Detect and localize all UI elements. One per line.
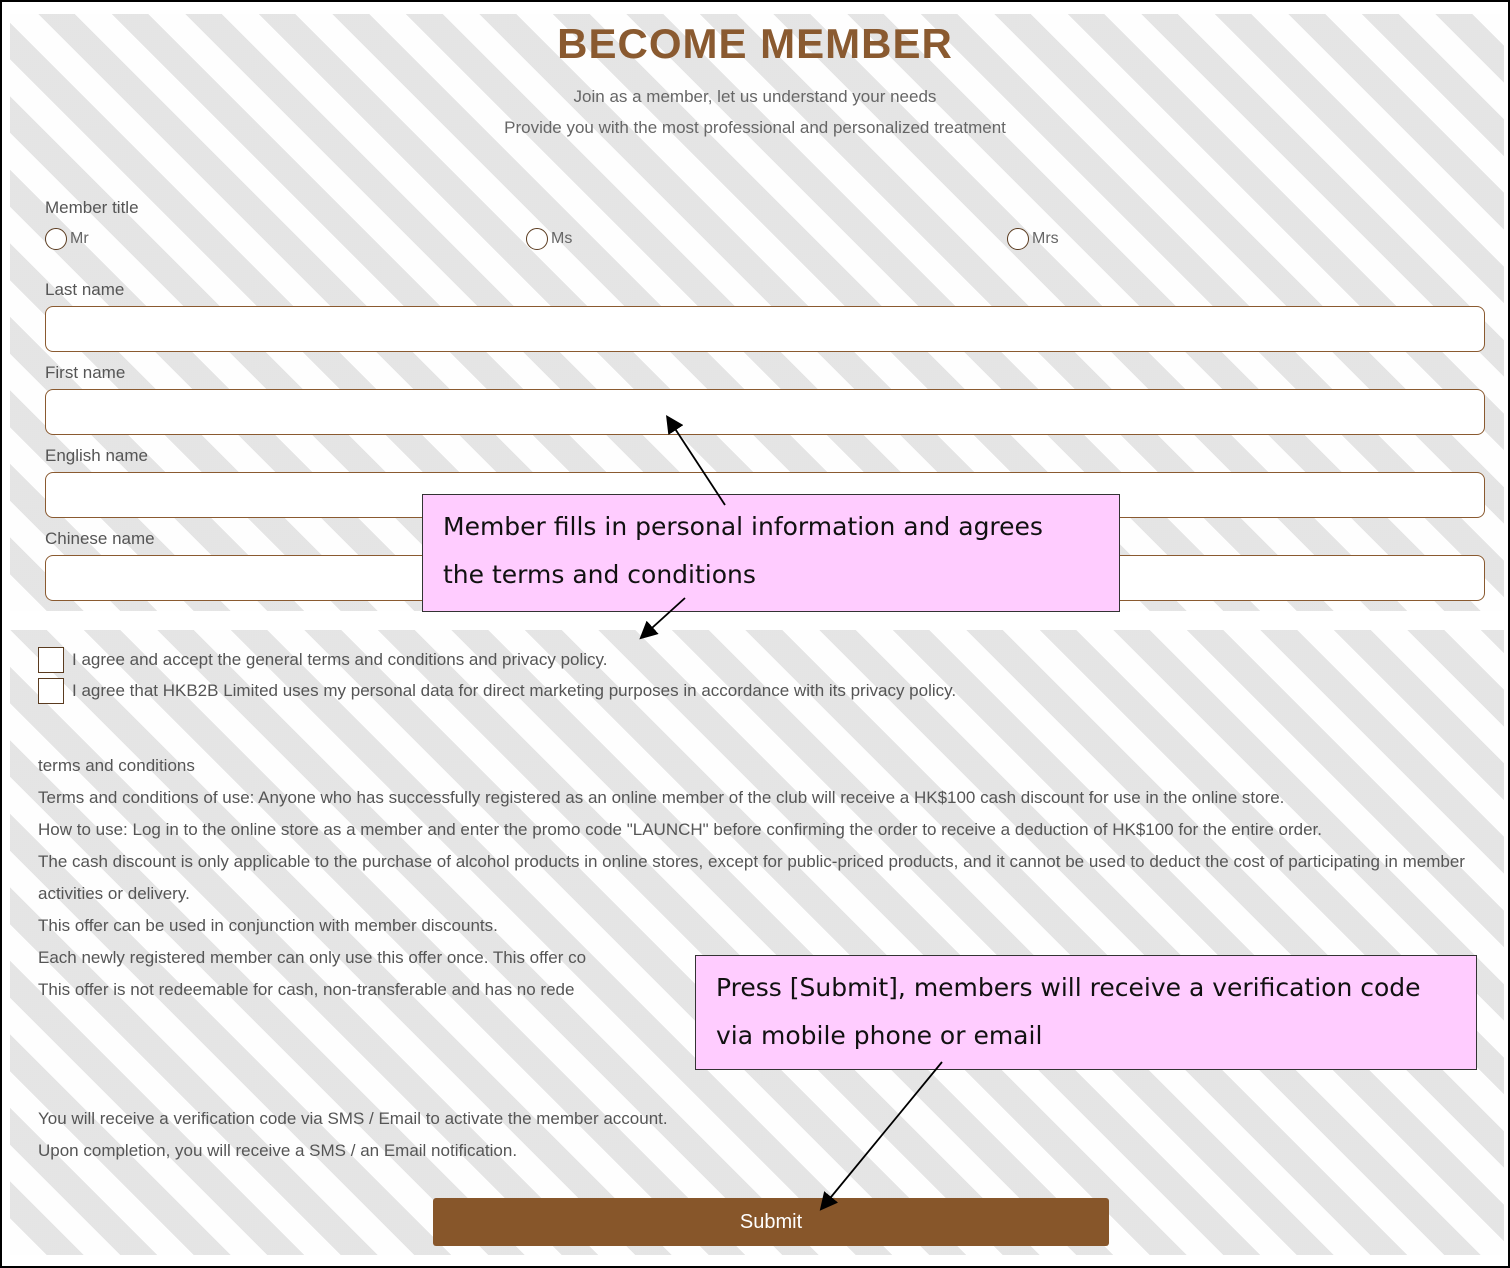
annotation-arrows [639, 414, 943, 1211]
arrow-to-first-name [666, 414, 726, 506]
arrow-to-submit [819, 1061, 943, 1211]
arrow-to-terms-checkbox [639, 597, 686, 640]
